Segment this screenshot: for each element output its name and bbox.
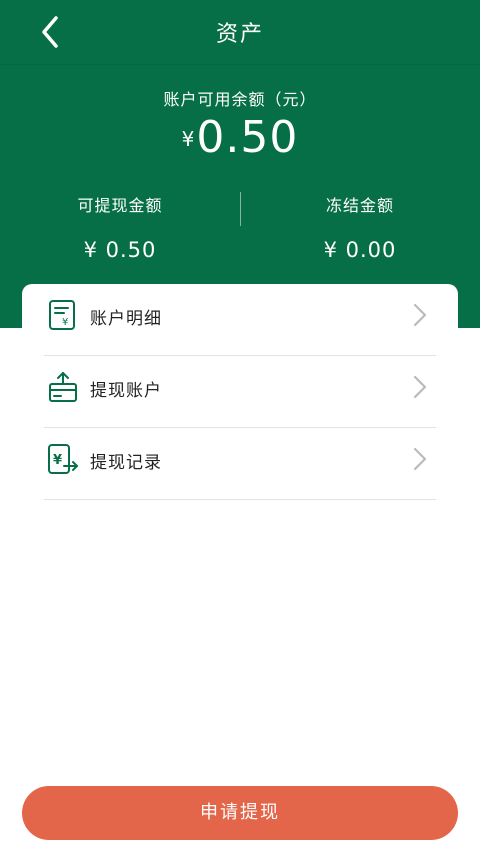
frozen-section: 冻结金额 ¥ 0.00 bbox=[240, 192, 480, 262]
menu-item-withdraw-account[interactable]: 提现账户 bbox=[44, 356, 436, 428]
menu-item-withdraw-records[interactable]: ¥ 提现记录 bbox=[44, 428, 436, 500]
balance-amount: ¥0.50 bbox=[0, 112, 480, 163]
statement-icon: ¥ bbox=[49, 300, 75, 330]
withdrawable-section: 可提现金额 ¥ 0.50 bbox=[0, 192, 240, 262]
withdraw-record-icon: ¥ bbox=[48, 444, 78, 474]
navbar: 资产 bbox=[0, 0, 480, 65]
chevron-right-icon bbox=[413, 303, 427, 327]
menu-item-account-details[interactable]: ¥ 账户明细 bbox=[44, 284, 436, 356]
header-panel: 资产 账户可用余额（元） ¥0.50 可提现金额 ¥ 0.50 冻结金额 ¥ 0… bbox=[0, 0, 480, 328]
assets-page: 资产 账户可用余额（元） ¥0.50 可提现金额 ¥ 0.50 冻结金额 ¥ 0… bbox=[0, 0, 480, 853]
balance-label: 账户可用余额（元） bbox=[163, 90, 317, 109]
withdrawable-amount: ¥ 0.50 bbox=[83, 238, 157, 262]
frozen-amount: ¥ 0.00 bbox=[323, 238, 397, 262]
menu-item-label: 提现账户 bbox=[90, 381, 162, 401]
frozen-label: 冻结金额 bbox=[325, 196, 394, 215]
svg-text:¥: ¥ bbox=[53, 453, 62, 468]
menu-item-label: 账户明细 bbox=[90, 309, 162, 329]
svg-text:¥: ¥ bbox=[62, 317, 68, 328]
balance-value: 0.50 bbox=[196, 112, 299, 163]
chevron-right-icon bbox=[413, 375, 427, 399]
apply-withdrawal-button[interactable]: 申请提现 bbox=[22, 786, 458, 840]
page-title: 资产 bbox=[215, 22, 264, 47]
chevron-right-icon bbox=[413, 447, 427, 471]
withdraw-account-icon bbox=[49, 372, 77, 402]
withdrawable-label: 可提现金额 bbox=[77, 196, 163, 215]
balance-currency-symbol: ¥ bbox=[181, 127, 195, 151]
menu-card: ¥ 账户明细 提现账户 ¥ 提现记录 bbox=[22, 284, 458, 544]
menu-item-label: 提现记录 bbox=[90, 453, 162, 473]
